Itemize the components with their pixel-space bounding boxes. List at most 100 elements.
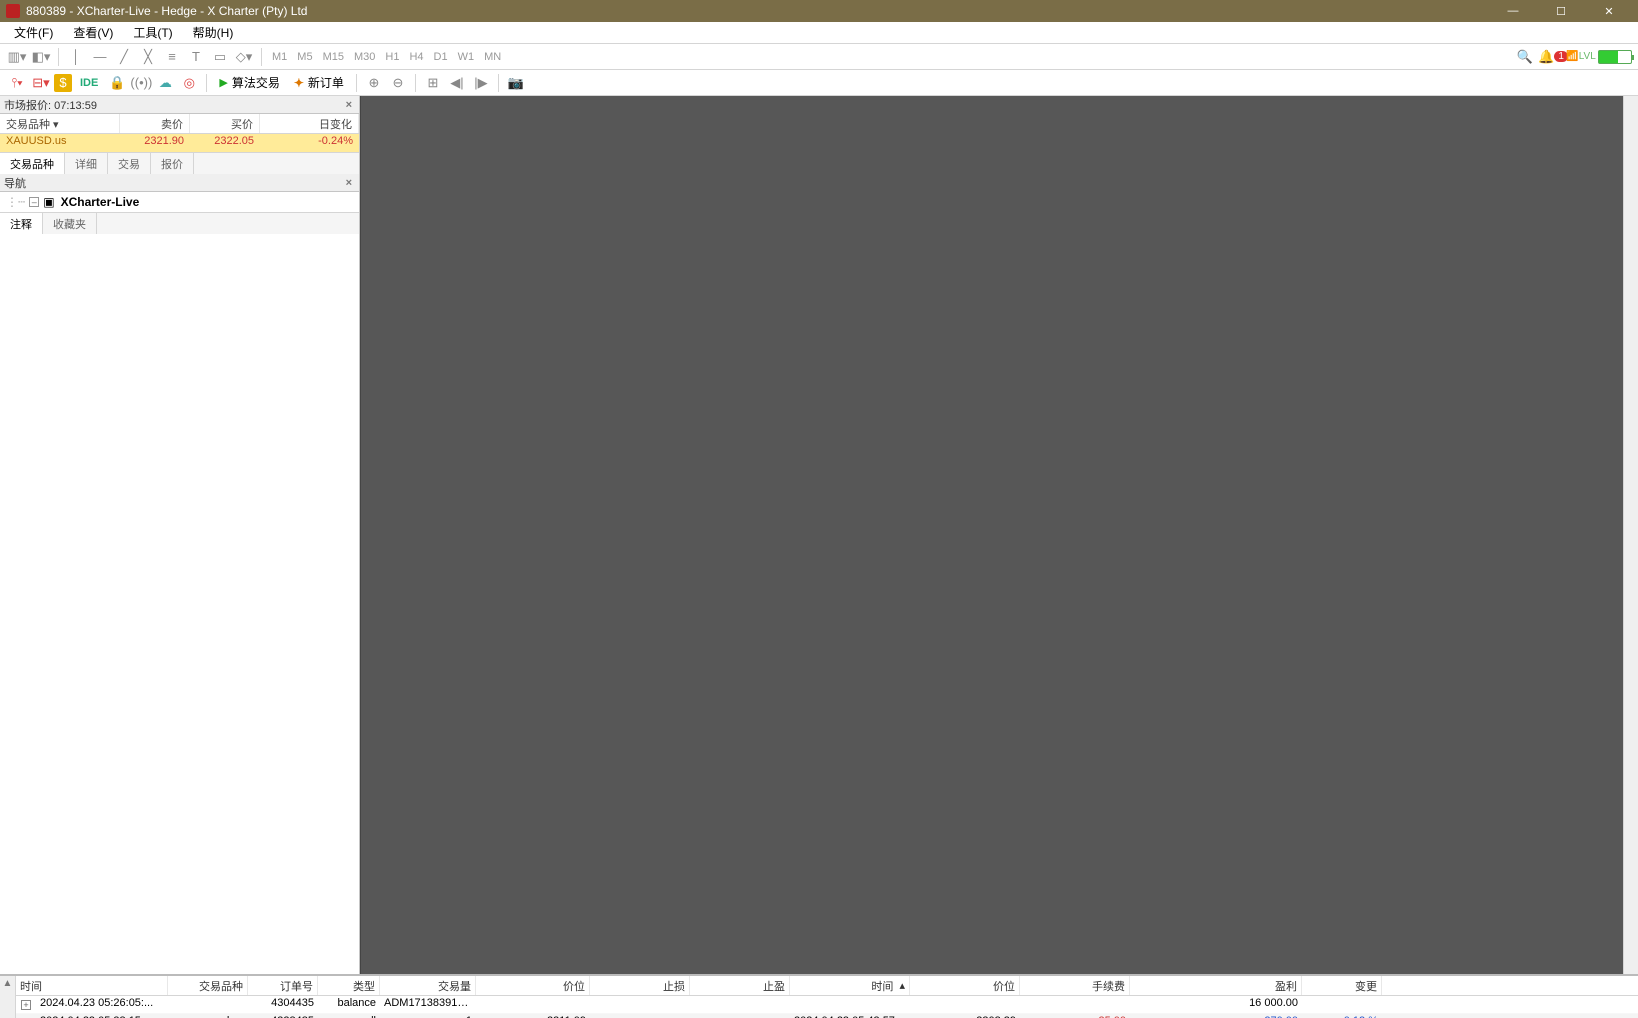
toolbar-main: ▥▾ ◧▾ │ — ╱ ╳ ≡ T ▭ ◇▾ M1 M5 M15 M30 H1 … bbox=[0, 44, 1638, 70]
mw-tab-details[interactable]: 详细 bbox=[65, 153, 108, 174]
tree-server-icon: ▣ bbox=[43, 195, 54, 209]
close-button[interactable]: ✕ bbox=[1586, 0, 1632, 22]
navigator-title: 导航 × bbox=[0, 174, 359, 192]
col-volume[interactable]: 交易量 bbox=[380, 976, 476, 995]
tf-m15[interactable]: M15 bbox=[319, 51, 348, 63]
dollar-icon[interactable]: $ bbox=[54, 74, 72, 92]
cloud-icon[interactable]: ☁ bbox=[154, 72, 176, 94]
col-type[interactable]: 类型 bbox=[318, 976, 380, 995]
col-price[interactable]: 价位 bbox=[476, 976, 590, 995]
market-watch-title: 市场报价: 07:13:59 × bbox=[0, 96, 359, 114]
app-icon bbox=[6, 4, 20, 18]
mw-chg: -0.24% bbox=[260, 134, 359, 152]
plus-icon: ✦ bbox=[294, 76, 304, 90]
step-fwd-icon[interactable]: |▶ bbox=[470, 72, 492, 94]
expand-icon[interactable]: + bbox=[21, 1000, 31, 1010]
tf-w1[interactable]: W1 bbox=[454, 51, 479, 63]
vline-icon[interactable]: │ bbox=[65, 46, 87, 68]
equi-icon[interactable]: ╳ bbox=[137, 46, 159, 68]
mw-col-chg[interactable]: 日变化 bbox=[260, 114, 359, 133]
mw-ask: 2322.05 bbox=[190, 134, 260, 152]
col-sl[interactable]: 止损 bbox=[590, 976, 690, 995]
candle-icon[interactable]: ⫯▾ bbox=[6, 72, 28, 94]
zoom-in-icon[interactable]: ⊕ bbox=[363, 72, 385, 94]
hline-icon[interactable]: — bbox=[89, 46, 111, 68]
chart-area bbox=[360, 96, 1638, 974]
mw-tab-quotes[interactable]: 报价 bbox=[151, 153, 194, 174]
col-change[interactable]: 变更 bbox=[1302, 976, 1382, 995]
tf-mn[interactable]: MN bbox=[480, 51, 505, 63]
tf-m30[interactable]: M30 bbox=[350, 51, 379, 63]
target-icon[interactable]: ◎ bbox=[178, 72, 200, 94]
step-back-icon[interactable]: ◀| bbox=[446, 72, 468, 94]
tree-collapse-icon[interactable]: – bbox=[29, 197, 39, 207]
fibo-icon[interactable]: ≡ bbox=[161, 46, 183, 68]
market-watch-row[interactable]: XAUUSD.us 2321.90 2322.05 -0.24% bbox=[0, 134, 359, 152]
lock-icon[interactable]: 🔒 bbox=[106, 72, 128, 94]
algo-trading-button[interactable]: ▶算法交易 bbox=[213, 74, 285, 91]
col-order[interactable]: 订单号 bbox=[248, 976, 318, 995]
mw-col-symbol[interactable]: 交易品种 ▾ bbox=[0, 114, 120, 133]
navigator-close-icon[interactable]: × bbox=[343, 177, 355, 189]
table-row[interactable]: 2024.04.23 05:38:15:...xauusd.us4328485s… bbox=[16, 1014, 1638, 1018]
table-row[interactable]: +2024.04.23 05:26:05:...4304435balanceAD… bbox=[16, 996, 1638, 1014]
minimize-button[interactable]: — bbox=[1490, 0, 1536, 22]
history-table: 时间 交易品种 订单号 类型 交易量 价位 止损 止盈 时间 ▴ 价位 手续费 … bbox=[16, 976, 1638, 1018]
profile-icon[interactable]: ◧▾ bbox=[30, 46, 52, 68]
col-tp[interactable]: 止盈 bbox=[690, 976, 790, 995]
nav-tab-comments[interactable]: 注释 bbox=[0, 213, 43, 234]
client-area: 市场报价: 07:13:59 × 交易品种 ▾ 卖价 买价 日变化 XAUUSD… bbox=[0, 96, 1638, 974]
mw-bid: 2321.90 bbox=[120, 134, 190, 152]
table-header: 时间 交易品种 订单号 类型 交易量 价位 止损 止盈 时间 ▴ 价位 手续费 … bbox=[16, 976, 1638, 996]
new-order-button[interactable]: ✦新订单 bbox=[288, 74, 350, 91]
mw-col-bid[interactable]: 卖价 bbox=[120, 114, 190, 133]
market-watch-close-icon[interactable]: × bbox=[343, 99, 355, 111]
menu-view[interactable]: 查看(V) bbox=[65, 22, 121, 43]
mw-tab-trade[interactable]: 交易 bbox=[108, 153, 151, 174]
nav-tab-favorites[interactable]: 收藏夹 bbox=[43, 213, 97, 234]
tf-h4[interactable]: H4 bbox=[405, 51, 427, 63]
col-symbol[interactable]: 交易品种 bbox=[168, 976, 248, 995]
zoom-out-icon[interactable]: ⊖ bbox=[387, 72, 409, 94]
tf-m5[interactable]: M5 bbox=[293, 51, 316, 63]
text-icon[interactable]: T bbox=[185, 46, 207, 68]
terminal-gutter: ▲ bbox=[0, 976, 16, 1018]
wifi-icon[interactable]: ((•)) bbox=[130, 72, 152, 94]
col-profit[interactable]: 盈利 bbox=[1130, 976, 1302, 995]
alert-icon[interactable]: 🔔1 bbox=[1542, 46, 1564, 68]
titlebar: 880389 - XCharter-Live - Hedge - X Chart… bbox=[0, 0, 1638, 22]
col-time2[interactable]: 时间 ▴ bbox=[790, 976, 910, 995]
scroll-up-icon[interactable]: ▲ bbox=[3, 978, 13, 989]
search-icon[interactable]: 🔍 bbox=[1514, 46, 1536, 68]
label-icon[interactable]: ▭ bbox=[209, 46, 231, 68]
col-price2[interactable]: 价位 bbox=[910, 976, 1020, 995]
chart-scrollbar[interactable] bbox=[1623, 96, 1638, 974]
market-watch-tabs: 交易品种 详细 交易 报价 bbox=[0, 152, 359, 174]
mw-tab-symbols[interactable]: 交易品种 bbox=[0, 153, 65, 174]
battery-indicator bbox=[1598, 50, 1632, 64]
terminal-panel: ▲ 时间 交易品种 订单号 类型 交易量 价位 止损 止盈 时间 ▴ 价位 手续… bbox=[0, 974, 1638, 1018]
shapes-icon[interactable]: ◇▾ bbox=[233, 46, 255, 68]
bar-icon[interactable]: ⊟▾ bbox=[30, 72, 52, 94]
col-fee[interactable]: 手续费 bbox=[1020, 976, 1130, 995]
new-chart-icon[interactable]: ▥▾ bbox=[6, 46, 28, 68]
ide-button[interactable]: IDE bbox=[74, 77, 104, 89]
tf-d1[interactable]: D1 bbox=[430, 51, 452, 63]
menubar: 文件(F) 查看(V) 工具(T) 帮助(H) bbox=[0, 22, 1638, 44]
menu-tools[interactable]: 工具(T) bbox=[125, 22, 180, 43]
menu-help[interactable]: 帮助(H) bbox=[185, 22, 242, 43]
tile-icon[interactable]: ⊞ bbox=[422, 72, 444, 94]
tf-m1[interactable]: M1 bbox=[268, 51, 291, 63]
mw-symbol: XAUUSD.us bbox=[0, 134, 120, 152]
left-panels: 市场报价: 07:13:59 × 交易品种 ▾ 卖价 买价 日变化 XAUUSD… bbox=[0, 96, 360, 974]
tf-h1[interactable]: H1 bbox=[381, 51, 403, 63]
col-time[interactable]: 时间 bbox=[16, 976, 168, 995]
table-body: +2024.04.23 05:26:05:...4304435balanceAD… bbox=[16, 996, 1638, 1018]
navigator-server[interactable]: XCharter-Live bbox=[61, 195, 140, 209]
signal-icon: 📶LVL bbox=[1570, 46, 1592, 68]
mw-col-ask[interactable]: 买价 bbox=[190, 114, 260, 133]
maximize-button[interactable]: ☐ bbox=[1538, 0, 1584, 22]
menu-file[interactable]: 文件(F) bbox=[6, 22, 61, 43]
camera-icon[interactable]: 📷 bbox=[505, 72, 527, 94]
trendline-icon[interactable]: ╱ bbox=[113, 46, 135, 68]
